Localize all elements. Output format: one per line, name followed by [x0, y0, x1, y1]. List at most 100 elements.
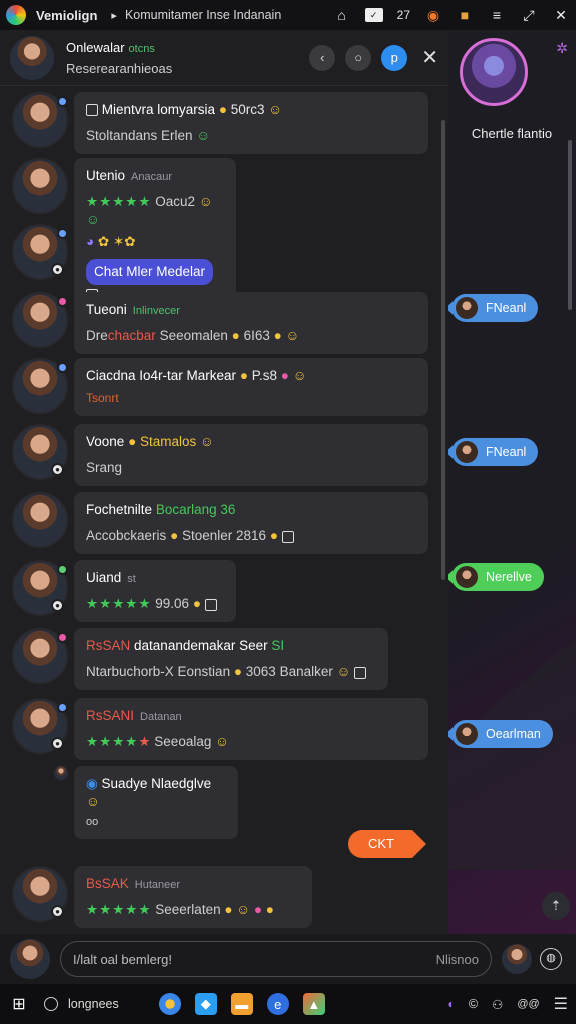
- avatar[interactable]: [54, 766, 68, 780]
- taskbar: ⊞ longnees ◆ ▬ e ▲ ◐ © ⚇ @@ ☰: [0, 984, 576, 1024]
- avatar: [456, 723, 478, 745]
- emoji-icon: ☺: [198, 194, 213, 210]
- edge-icon[interactable]: e: [266, 993, 289, 1015]
- list-item[interactable]: ● Uiand st ★★★★★ 99.06 ●: [12, 560, 236, 623]
- emoji-icon: ☺: [285, 328, 300, 344]
- list-item[interactable]: Fochetnilte Bocarlang 36 Accobckaeris ● …: [12, 492, 428, 555]
- emoji-icon: ☺: [268, 102, 283, 117]
- profile-avatar[interactable]: [460, 38, 528, 106]
- emoji-icon: ☺: [336, 664, 351, 680]
- list-item[interactable]: Mientvra lomyarsia ● 50rc3 ☺ Stoltandans…: [12, 92, 428, 155]
- list-item[interactable]: ● Voone ● Stamalos ☺ Srang: [12, 424, 428, 487]
- message-author: RsSAN: [86, 638, 131, 653]
- avatar[interactable]: ●: [12, 698, 68, 754]
- emoji-icon: ●: [170, 528, 179, 544]
- app-icon[interactable]: ◉: [424, 6, 442, 24]
- message-text: Srang: [86, 460, 123, 476]
- photos-icon[interactable]: ▲: [302, 993, 325, 1015]
- avatar[interactable]: ●: [12, 424, 68, 480]
- sticker-icon: ◕: [86, 234, 95, 249]
- user-tag[interactable]: Oearlman: [448, 720, 553, 748]
- pip-icon[interactable]: ⤢: [520, 6, 538, 24]
- scrollbar[interactable]: [568, 140, 572, 310]
- avatar[interactable]: [12, 358, 68, 414]
- notifications-icon[interactable]: ☰: [554, 994, 568, 1014]
- avatar[interactable]: ●: [12, 560, 68, 616]
- house-icon[interactable]: ⌂: [333, 6, 351, 24]
- browser-icon[interactable]: [158, 993, 181, 1015]
- copy-icon[interactable]: [204, 598, 217, 611]
- chat-chip-button[interactable]: Chat Mler Medelar: [86, 259, 214, 286]
- message-text: Ntarbuchorb-X Eonstian: [86, 664, 231, 680]
- emoji-icon: ●: [253, 902, 262, 918]
- user-tag-label: FNeanl: [486, 445, 527, 459]
- presence-dot: [57, 702, 68, 713]
- input-hint: Nlisnoo: [435, 951, 479, 967]
- tray-clock[interactable]: @@: [517, 998, 539, 1010]
- windows-start-icon[interactable]: ⊞: [8, 993, 30, 1015]
- title-bar: Vemiolign ▸ Komumitamer Inse Indanain ⌂ …: [0, 0, 576, 30]
- avatar[interactable]: [10, 939, 50, 979]
- profile-name: Chertle flantio: [471, 126, 553, 141]
- message-author: Utenio: [86, 168, 126, 183]
- terminal-icon[interactable]: ✓: [364, 8, 383, 22]
- emoji-icon: ☺: [236, 902, 251, 918]
- cta-button[interactable]: CKT: [348, 830, 426, 858]
- message-text: Dre: [86, 328, 108, 344]
- list-item[interactable]: ◉ Suadye Nlaedglve ☺ oo: [54, 766, 238, 840]
- copy-icon[interactable]: [281, 530, 294, 543]
- app-tray-icon[interactable]: ◐: [447, 997, 455, 1011]
- close-chat-button[interactable]: ✕: [421, 45, 438, 70]
- user-tag[interactable]: FNeanl: [448, 438, 539, 466]
- author-tag: Anacaur: [131, 171, 173, 183]
- avatar[interactable]: ●: [12, 224, 68, 280]
- chat-app-icon[interactable]: ◆: [194, 993, 217, 1015]
- rating-star-partial: ★: [138, 734, 151, 750]
- taskbar-search[interactable]: longnees: [44, 997, 119, 1011]
- close-icon[interactable]: ✕: [552, 6, 570, 24]
- scrollbar[interactable]: [441, 120, 445, 580]
- copyright-icon[interactable]: ©: [469, 997, 478, 1011]
- list-item[interactable]: Tueoni Inlinvecer Drechacbar Seeomalen ● …: [12, 292, 428, 355]
- minimize-button[interactable]: ‹: [309, 44, 336, 71]
- message-subtext: Tsonrt: [86, 391, 119, 406]
- avatar[interactable]: ●: [12, 866, 68, 922]
- app-logo-icon: [6, 5, 26, 25]
- scroll-up-button[interactable]: ⇡: [542, 892, 570, 920]
- cube-icon[interactable]: ■: [456, 6, 474, 24]
- rating-stars: ★★★★★: [86, 194, 152, 210]
- message-text: Stoenler 2816: [181, 528, 267, 544]
- user-tag[interactable]: Nerellve: [448, 563, 544, 591]
- message-text: Seeerlaten: [155, 902, 221, 918]
- user-tag[interactable]: FNeanl: [448, 294, 539, 322]
- list-item[interactable]: ● RsSANI Datanan ★★★★★ Seeoalag ☺: [12, 698, 428, 761]
- author-tag: st: [127, 573, 136, 585]
- record-button[interactable]: ○: [345, 44, 372, 71]
- profile-button[interactable]: p: [381, 44, 408, 71]
- gear-icon[interactable]: ✲: [556, 40, 568, 57]
- message-input[interactable]: I/lalt oal bemlerg! Nlisnoo: [60, 941, 492, 977]
- menu-icon[interactable]: ≡: [488, 6, 506, 24]
- avatar[interactable]: [12, 158, 68, 214]
- avatar: [456, 297, 478, 319]
- list-item[interactable]: RsSAN datanandemakar Seer SI Ntarbuchorb…: [12, 628, 388, 691]
- avatar[interactable]: [12, 292, 68, 348]
- list-item[interactable]: Ciacdna Io4r-tar Markear ● P.s8 ● ☺ Tson…: [12, 358, 428, 417]
- message-text: oo: [86, 816, 99, 829]
- copy-icon[interactable]: [354, 666, 367, 679]
- breadcrumb[interactable]: Komumitamer Inse Indanain: [125, 8, 281, 22]
- message-text: Accobckaeris: [86, 528, 167, 544]
- avatar[interactable]: [12, 492, 68, 548]
- search-icon: [44, 997, 58, 1011]
- list-item[interactable]: ● BsSAK Hutaneer ★★★★★ Seeerlaten ● ☺ ● ●: [12, 866, 312, 929]
- avatar[interactable]: [12, 628, 68, 684]
- avatar[interactable]: [10, 35, 54, 80]
- avatar[interactable]: [12, 92, 68, 148]
- folder-icon[interactable]: ▬: [230, 993, 253, 1015]
- message-text: P.s8: [251, 368, 278, 383]
- avatar[interactable]: [502, 944, 532, 974]
- mic-icon[interactable]: ◍: [540, 948, 562, 970]
- emoji-row: ✿ ✶✿: [97, 234, 136, 249]
- author-tag: Datanan: [140, 711, 182, 723]
- people-icon[interactable]: ⚇: [492, 997, 503, 1012]
